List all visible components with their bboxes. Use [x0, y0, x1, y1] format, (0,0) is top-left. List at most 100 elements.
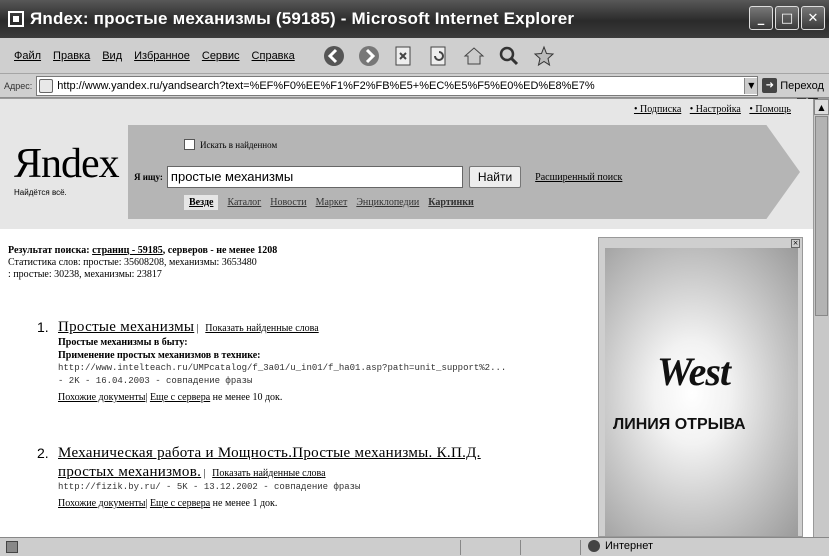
search-icon	[499, 46, 518, 65]
stats-words: Статистика слов: простые: 35608208, меха…	[8, 257, 257, 268]
title-bar: Яndex: простые механизмы (59185) - Micro…	[0, 0, 829, 38]
result-item-2: 2. Механическая работа и Мощность.Просты…	[37, 445, 481, 509]
back-button[interactable]	[321, 43, 347, 69]
search-in-results-checkbox[interactable]	[184, 139, 195, 150]
menu-favorites[interactable]: Избранное	[134, 50, 190, 62]
more-from-server-count: не менее 1 док.	[212, 498, 278, 509]
security-zone: Интернет	[588, 540, 653, 552]
minimize-button[interactable]: _	[749, 6, 773, 30]
show-found-words-link[interactable]: Показать найденные слова	[205, 323, 318, 334]
search-label: Я ищу:	[134, 172, 163, 182]
zone-label: Интернет	[605, 540, 653, 552]
stop-button[interactable]	[391, 43, 417, 69]
yandex-logo[interactable]: Яndex Найдётся всё.	[14, 143, 124, 197]
pages-count-link[interactable]: страниц - 59185	[92, 245, 163, 256]
search-in-results[interactable]: Искать в найденном	[184, 139, 277, 150]
toolbar	[321, 43, 566, 69]
similar-docs-link[interactable]: Похожие документы	[58, 498, 145, 509]
favorites-button[interactable]	[531, 43, 557, 69]
address-bar: Адрес: http://www.yandex.ru/yandsearch?t…	[0, 74, 829, 98]
logo-text: Яndex	[14, 141, 120, 187]
ad-banner[interactable]: × West ЛИНИЯ ОТРЫВА	[598, 237, 803, 537]
home-button[interactable]	[461, 43, 487, 69]
scroll-up-icon[interactable]: ▲	[814, 99, 829, 115]
result-number: 2.	[37, 445, 49, 461]
advanced-search-link[interactable]: Расширенный поиск	[535, 172, 622, 183]
result-snippet: Простые механизмы в быту:	[58, 337, 188, 348]
page-status-icon	[6, 541, 18, 553]
maximize-button[interactable]: □	[775, 6, 799, 30]
result-links: Похожие документы| Еще с сервера не мене…	[58, 392, 283, 403]
search-input[interactable]: простые механизмы	[166, 166, 463, 188]
result-number: 1.	[37, 319, 49, 335]
more-from-server-link[interactable]: Еще с сервера	[150, 392, 210, 403]
menu-bar: Файл Правка Вид Избранное Сервис Справка	[0, 38, 829, 105]
tab-catalog[interactable]: Каталог	[227, 197, 261, 210]
page-icon	[39, 78, 54, 93]
scroll-thumb[interactable]	[815, 116, 828, 316]
go-arrow-icon: ➜	[762, 78, 778, 93]
page-viewport: • Подписка • Настройка • Помощь Яndex На…	[0, 99, 813, 537]
ie-app-icon	[8, 11, 24, 27]
show-found-words-link[interactable]: Показать найденные слова	[212, 468, 325, 479]
result-snippet: Применение простых механизмов в технике:	[58, 350, 261, 361]
tab-market[interactable]: Маркет	[316, 197, 348, 210]
ad-close-icon[interactable]: ×	[791, 239, 800, 248]
status-separator	[520, 540, 521, 555]
find-button[interactable]: Найти	[468, 166, 522, 188]
go-label: Переход	[780, 79, 824, 92]
help-link[interactable]: • Помощь	[749, 104, 791, 115]
back-arrow-icon	[323, 45, 344, 66]
favorites-star-icon	[533, 45, 554, 66]
forward-button[interactable]	[356, 43, 382, 69]
result-url: http://www.intelteach.ru/UMPcatalog/f_3a…	[58, 363, 507, 373]
settings-link[interactable]: • Настройка	[690, 104, 741, 115]
menu-edit[interactable]: Правка	[53, 50, 90, 62]
window-controls: _ □ ✕	[749, 6, 825, 30]
forward-arrow-icon	[358, 45, 379, 66]
address-url[interactable]: http://www.yandex.ru/yandsearch?text=%EF…	[57, 80, 744, 92]
address-input[interactable]: http://www.yandex.ru/yandsearch?text=%EF…	[36, 75, 759, 96]
search-button[interactable]	[496, 43, 522, 69]
ad-slogan: ЛИНИЯ ОТРЫВА	[613, 416, 746, 433]
result-url: http://fizik.by.ru/ - 5K - 13.12.2002 - …	[58, 482, 361, 492]
stats-prefix: Результат поиска:	[8, 245, 90, 256]
tab-everywhere[interactable]: Везде	[184, 195, 219, 210]
go-button[interactable]: ➜ Переход	[762, 78, 824, 93]
address-label: Адрес:	[4, 80, 33, 91]
result-title-link[interactable]: Простые механизмы	[58, 319, 194, 335]
result-meta: - 2K - 16.04.2003 - совпадение фразы	[58, 376, 253, 386]
status-separator	[580, 540, 581, 555]
tab-images[interactable]: Картинки	[428, 197, 474, 210]
search-tabs: Везде Каталог Новости Маркет Энциклопеди…	[184, 195, 483, 210]
close-button[interactable]: ✕	[801, 6, 825, 30]
search-row: Я ищу: простые механизмы Найти Расширенн…	[134, 166, 622, 188]
result-title-link-cont[interactable]: простых механизмов.	[58, 464, 201, 480]
logo-tagline: Найдётся всё.	[14, 188, 67, 197]
top-links: • Подписка • Настройка • Помощь	[628, 104, 791, 115]
menu-tools[interactable]: Сервис	[202, 50, 240, 62]
search-results: Результат поиска: страниц - 59185, серве…	[8, 245, 588, 509]
tab-encyclopedias[interactable]: Энциклопедии	[356, 197, 419, 210]
similar-docs-link[interactable]: Похожие документы	[58, 392, 145, 403]
stats-servers: , серверов - не менее 1208	[162, 245, 278, 256]
refresh-icon	[430, 46, 446, 65]
menu-view[interactable]: Вид	[102, 50, 122, 62]
menu-file[interactable]: Файл	[14, 50, 41, 62]
status-bar: Интернет	[0, 537, 829, 556]
refresh-button[interactable]	[426, 43, 452, 69]
more-from-server-count: не менее 10 док.	[212, 392, 283, 403]
result-links: Похожие документы| Еще с сервера не мене…	[58, 498, 278, 509]
search-stats: Результат поиска: страниц - 59185, серве…	[8, 245, 588, 281]
tab-news[interactable]: Новости	[270, 197, 306, 210]
more-from-server-link[interactable]: Еще с сервера	[150, 498, 210, 509]
result-title-link[interactable]: Механическая работа и Мощность.Простые м…	[58, 445, 481, 462]
internet-globe-icon	[588, 540, 600, 552]
stats-words-docs: : простые: 30238, механизмы: 23817	[8, 269, 162, 280]
menu-help[interactable]: Справка	[252, 50, 295, 62]
stop-icon	[395, 46, 411, 65]
home-icon	[463, 46, 485, 64]
vertical-scrollbar[interactable]: ▲	[813, 99, 829, 537]
address-dropdown-icon[interactable]: ▼	[744, 77, 758, 94]
subscribe-link[interactable]: • Подписка	[634, 104, 681, 115]
